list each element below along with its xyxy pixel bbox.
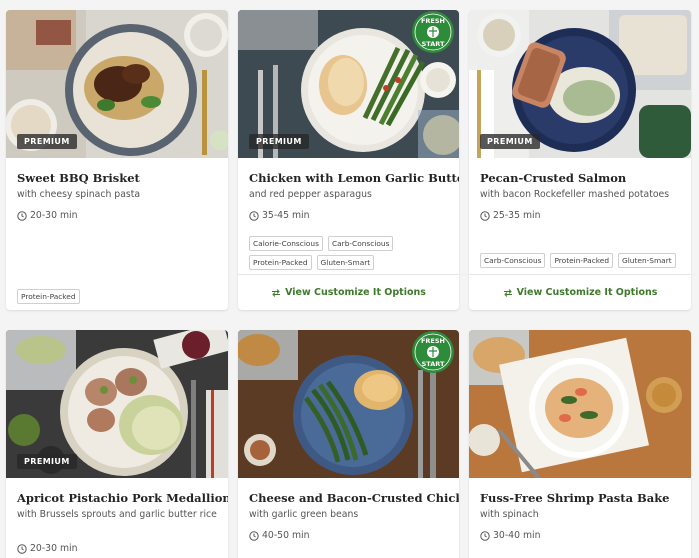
fresh-start-badge: FRESH START: [412, 331, 454, 373]
cook-time-label: 30-40 min: [493, 530, 541, 541]
swap-icon: [272, 288, 281, 297]
view-customize-options-link[interactable]: View Customize It Options: [238, 274, 459, 310]
tag-list: Calorie-Conscious Carb-Conscious Protein…: [249, 236, 453, 270]
svg-text:FRESH: FRESH: [421, 337, 445, 345]
recipe-subtitle: with bacon Rockefeller mashed potatoes: [480, 189, 670, 200]
view-customize-options-link[interactable]: View Customize It Options: [469, 274, 691, 310]
recipe-card-shrimp-pasta-bake[interactable]: Fuss-Free Shrimp Pasta Bake with spinach…: [469, 330, 691, 558]
view-customize-options-label[interactable]: View Customize It Options: [517, 287, 658, 298]
svg-text:START: START: [422, 40, 445, 48]
premium-badge: PREMIUM: [249, 134, 309, 149]
recipe-title[interactable]: Pecan-Crusted Salmon: [480, 171, 626, 185]
recipe-card-chicken-lemon-garlic[interactable]: FRESH START PREMIUM Chicken with Lemon G…: [238, 10, 459, 310]
recipe-image[interactable]: [469, 330, 691, 478]
cook-time: 30-40 min: [480, 530, 541, 541]
clock-icon: [17, 543, 27, 554]
recipe-card-pecan-crusted-salmon[interactable]: PREMIUM Pecan-Crusted Salmon with bacon …: [469, 10, 691, 310]
clock-icon: [249, 210, 259, 221]
recipe-card-apricot-pistachio-pork[interactable]: PREMIUM Apricot Pistachio Pork Medallion…: [6, 330, 228, 558]
cook-time-label: 20-30 min: [30, 543, 78, 554]
recipe-title[interactable]: Apricot Pistachio Pork Medallions: [17, 491, 228, 505]
tag: Protein-Packed: [17, 289, 80, 304]
recipe-subtitle: with cheesy spinach pasta: [17, 189, 141, 200]
cook-time-label: 20-30 min: [30, 210, 78, 221]
tag: Gluten-Smart: [618, 253, 676, 268]
tag: Calorie-Conscious: [249, 236, 323, 251]
cook-time-label: 25-35 min: [493, 210, 541, 221]
cook-time: 35-45 min: [249, 210, 310, 221]
recipe-subtitle: and red pepper asparagus: [249, 189, 372, 200]
premium-badge: PREMIUM: [17, 454, 77, 469]
cook-time: 40-50 min: [249, 530, 310, 541]
cook-time: 20-30 min: [17, 210, 78, 221]
recipe-subtitle: with Brussels sprouts and garlic butter …: [17, 509, 217, 520]
cook-time-label: 40-50 min: [262, 530, 310, 541]
tag: Gluten-Smart: [316, 255, 375, 270]
recipe-subtitle: with spinach: [480, 509, 539, 520]
swap-icon: [503, 288, 512, 297]
fresh-start-badge: FRESH START: [412, 11, 454, 53]
tag-list: Protein-Packed: [17, 289, 222, 304]
recipe-title[interactable]: Sweet BBQ Brisket: [17, 171, 140, 185]
clock-icon: [480, 530, 490, 541]
cook-time-label: 35-45 min: [262, 210, 310, 221]
cook-time: 25-35 min: [480, 210, 541, 221]
cook-time: 20-30 min: [17, 543, 78, 554]
view-customize-options-label[interactable]: View Customize It Options: [285, 287, 426, 298]
premium-badge: PREMIUM: [480, 134, 540, 149]
clock-icon: [480, 210, 490, 221]
tag-list: Carb-Conscious Protein-Packed Gluten-Sma…: [480, 253, 685, 268]
clock-icon: [249, 530, 259, 541]
svg-text:FRESH: FRESH: [421, 17, 445, 25]
tag: Protein-Packed: [550, 253, 614, 268]
tag: Carb-Conscious: [327, 236, 394, 251]
recipe-title[interactable]: Fuss-Free Shrimp Pasta Bake: [480, 491, 670, 505]
premium-badge: PREMIUM: [17, 134, 77, 149]
recipe-card-cheese-bacon-chicken[interactable]: FRESH START Cheese and Bacon-Crusted Chi…: [238, 330, 459, 558]
recipe-title[interactable]: Chicken with Lemon Garlic Butter: [249, 171, 459, 185]
clock-icon: [17, 210, 27, 221]
recipe-card-sweet-bbq-brisket[interactable]: PREMIUM Sweet BBQ Brisket with cheesy sp…: [6, 10, 228, 310]
tag: Carb-Conscious: [480, 253, 546, 268]
recipe-subtitle: with garlic green beans: [249, 509, 359, 520]
tag: Protein-Packed: [249, 255, 312, 270]
svg-text:START: START: [422, 360, 445, 368]
recipe-title[interactable]: Cheese and Bacon-Crusted Chicken: [249, 491, 459, 505]
